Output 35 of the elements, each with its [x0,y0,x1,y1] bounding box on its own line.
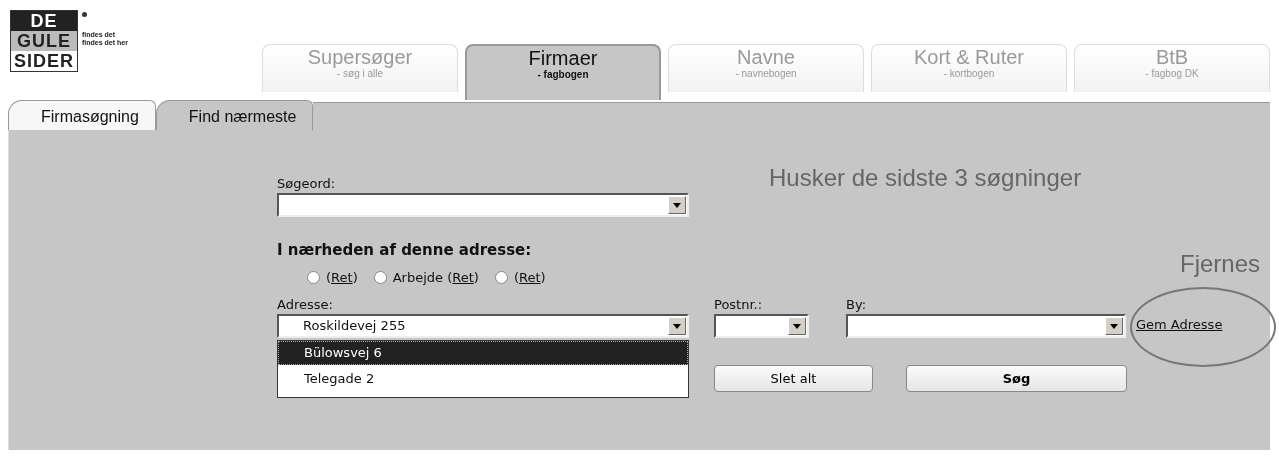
radio-button[interactable] [373,270,387,284]
logo-text: GULE [11,31,77,51]
save-address-link[interactable]: Gem Adresse [1136,316,1223,332]
postnr-select[interactable] [714,314,809,338]
edit-link[interactable]: Ret [518,269,541,285]
radio-label: (Ret) [513,268,546,287]
field-label: Adresse: [277,297,334,312]
caret-icon [788,317,806,335]
radio-button[interactable] [494,270,508,284]
registered-icon [82,12,87,17]
caret-icon [668,317,686,335]
info-text: Fjernes [1178,249,1260,279]
field-label: Søgeord: [277,176,337,191]
info-text: Husker de sidste 3 søgninger [769,163,1083,193]
address-select[interactable]: Roskildevej 255 [277,314,689,338]
edit-link[interactable]: Ret [452,269,474,285]
sub-tab[interactable]: Find nærmeste [155,100,314,130]
radio-label: (Ret) [326,268,358,287]
edit-link[interactable]: Ret [331,269,353,285]
caret-icon [668,196,686,214]
main-tab[interactable]: Firmaer - fagbogen [465,44,661,100]
caret-icon [1105,317,1123,335]
field-label: By: [846,297,868,312]
field-label: Postnr.: [714,297,764,312]
section-heading: I nærheden af denne adresse: [277,240,533,261]
sub-tab[interactable]: Firmasøgning [8,100,156,130]
radio-button[interactable] [307,270,320,284]
radio-label: Arbejde (Ret) [392,268,479,287]
dropdown-option[interactable]: Bülowsvej 6 [278,341,688,365]
logo-text: DE [11,11,77,31]
clear-button[interactable]: Slet alt [714,365,873,392]
dropdown-option[interactable]: Telegade 2 [278,365,688,392]
search-select[interactable] [277,193,689,217]
city-select[interactable] [846,314,1126,338]
search-button[interactable]: Søg [906,365,1127,392]
